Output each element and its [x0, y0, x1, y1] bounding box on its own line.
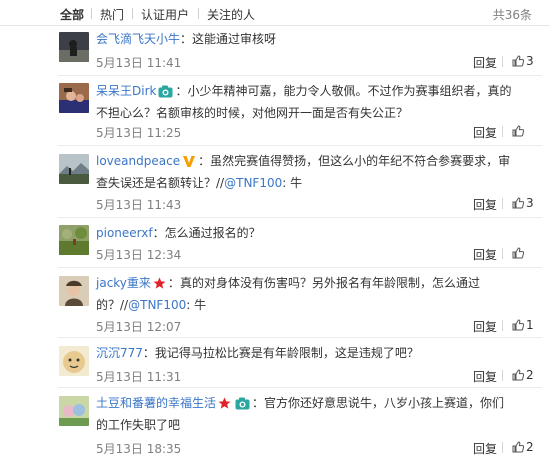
comment-text-block: 沉沉777：我记得马拉松比赛是有年龄限制，这是违规了吧？ — [96, 342, 516, 364]
comment-body: 我记得马拉松比赛是有年龄限制，这是违规了吧？ — [154, 346, 419, 360]
username-link[interactable]: 沉沉777 — [96, 346, 143, 360]
reply-button[interactable]: 回复 — [473, 54, 497, 71]
comment-item: 沉沉777：我记得马拉松比赛是有年龄限制，这是违规了吧？ 5月13日 11:31… — [0, 338, 550, 388]
avatar[interactable] — [59, 346, 89, 376]
like-button[interactable]: 2 — [512, 368, 534, 382]
action-divider — [502, 198, 503, 209]
repost-marker: // — [216, 176, 225, 190]
like-count: 3 — [526, 196, 534, 210]
tab-following[interactable]: 关注的人 — [207, 6, 255, 23]
like-count: 1 — [526, 318, 534, 332]
action-divider — [502, 320, 503, 331]
avatar[interactable] — [59, 154, 89, 184]
camera-badge-icon[interactable] — [235, 397, 250, 410]
thumbs-up-icon — [512, 319, 524, 331]
separator: ： — [252, 396, 265, 410]
username-link[interactable]: 土豆和番薯的幸福生活 — [96, 396, 216, 410]
action-divider — [502, 56, 503, 67]
tab-divider — [91, 8, 92, 19]
comment-item: 会飞滴飞天小牛：这能通过审核呀 5月13日 11:41 回复 3 — [0, 26, 550, 76]
like-count: 2 — [526, 368, 534, 382]
action-divider — [502, 442, 503, 453]
separator: ： — [152, 226, 165, 240]
thumbs-up-icon — [512, 247, 524, 259]
thumbs-up-icon — [512, 55, 524, 67]
comment-time[interactable]: 5月13日 18:35 — [96, 440, 181, 457]
comment-body: 怎么通过报名的？ — [164, 226, 261, 240]
repost-body: : 牛 — [186, 298, 207, 312]
reply-button[interactable]: 回复 — [473, 196, 497, 213]
tab-divider — [198, 8, 199, 19]
verified-v-icon[interactable] — [182, 155, 196, 168]
tab-all[interactable]: 全部 — [60, 6, 84, 23]
separator: ： — [167, 276, 180, 290]
avatar[interactable] — [59, 225, 89, 255]
comment-text-block: 土豆和番薯的幸福生活 ：官方你还好意思说牛，八岁小孩上赛道，你们的工作失职了吧 — [96, 392, 516, 436]
thumbs-up-icon — [512, 125, 524, 137]
camera-badge-icon[interactable] — [158, 85, 173, 98]
reply-button[interactable]: 回复 — [473, 124, 497, 141]
avatar[interactable] — [59, 276, 89, 306]
like-button[interactable] — [512, 124, 526, 138]
action-divider — [502, 370, 503, 381]
comment-text-block: 会飞滴飞天小牛：这能通过审核呀 — [96, 28, 516, 50]
tab-hot[interactable]: 热门 — [100, 6, 124, 23]
separator: ： — [175, 84, 188, 98]
comment-time[interactable]: 5月13日 12:07 — [96, 318, 181, 335]
comment-item: jacky重来 ：真的对身体没有伤害吗？另外报名有年龄限制，怎么通过的？//@TN… — [0, 268, 550, 338]
reply-button[interactable]: 回复 — [473, 440, 497, 457]
username-link[interactable]: 呆呆王Dirk — [96, 84, 156, 98]
comment-text-block: 呆呆王Dirk ：小少年精神可嘉，能力令人敬佩。不过作为赛事组织者，真的不担心么？… — [96, 80, 516, 124]
reply-button[interactable]: 回复 — [473, 368, 497, 385]
tab-verified-users[interactable]: 认证用户 — [141, 6, 189, 23]
comment-body: 这能通过审核呀 — [192, 32, 277, 46]
mention-link[interactable]: @TNF100 — [224, 176, 282, 190]
username-link[interactable]: loveandpeace — [96, 154, 180, 168]
like-button[interactable]: 3 — [512, 54, 534, 68]
comment-time[interactable]: 5月13日 11:31 — [96, 368, 181, 385]
separator: ： — [142, 346, 155, 360]
username-link[interactable]: 会飞滴飞天小牛 — [96, 32, 180, 46]
tab-divider — [132, 8, 133, 19]
action-divider — [502, 126, 503, 137]
thumbs-up-icon — [512, 441, 524, 453]
repost-marker: // — [120, 298, 129, 312]
separator: ： — [198, 154, 211, 168]
mention-link[interactable]: @TNF100 — [128, 298, 186, 312]
comment-text-block: loveandpeace ：虽然完赛值得赞扬，但这么小的年纪不符合参赛要求，审查失… — [96, 150, 516, 194]
like-count: 3 — [526, 54, 534, 68]
separator: ： — [180, 32, 193, 46]
thumbs-up-icon — [512, 369, 524, 381]
comment-time[interactable]: 5月13日 11:25 — [96, 124, 181, 141]
thumbs-up-icon — [512, 197, 524, 209]
username-link[interactable]: pioneerxf — [96, 226, 153, 240]
comment-text-block: jacky重来 ：真的对身体没有伤害吗？另外报名有年龄限制，怎么通过的？//@TN… — [96, 272, 516, 316]
reply-button[interactable]: 回复 — [473, 246, 497, 263]
star-badge-icon[interactable] — [218, 397, 231, 410]
comment-text-block: pioneerxf：怎么通过报名的？ — [96, 222, 516, 244]
like-count: 2 — [526, 440, 534, 454]
avatar[interactable] — [59, 83, 89, 113]
repost-body: : 牛 — [282, 176, 303, 190]
comment-item: pioneerxf：怎么通过报名的？ 5月13日 12:34 回复 — [0, 218, 550, 268]
comment-item: loveandpeace ：虽然完赛值得赞扬，但这么小的年纪不符合参赛要求，审查失… — [0, 146, 550, 218]
like-button[interactable]: 3 — [512, 196, 534, 210]
reply-button[interactable]: 回复 — [473, 318, 497, 335]
comment-filter-tabs: 全部 热门 认证用户 关注的人 共36条 — [0, 0, 550, 26]
comment-item: 土豆和番薯的幸福生活 ：官方你还好意思说牛，八岁小孩上赛道，你们的工作失职了吧 5… — [0, 388, 550, 467]
like-button[interactable] — [512, 246, 526, 260]
like-button[interactable]: 2 — [512, 440, 534, 454]
comment-time[interactable]: 5月13日 11:43 — [96, 196, 181, 213]
comment-time[interactable]: 5月13日 12:34 — [96, 246, 181, 263]
comment-item: 呆呆王Dirk ：小少年精神可嘉，能力令人敬佩。不过作为赛事组织者，真的不担心么？… — [0, 76, 550, 146]
comment-count: 共36条 — [492, 8, 532, 22]
comment-time[interactable]: 5月13日 11:41 — [96, 54, 181, 71]
username-link[interactable]: jacky重来 — [96, 276, 151, 290]
avatar[interactable] — [59, 32, 89, 62]
like-button[interactable]: 1 — [512, 318, 534, 332]
action-divider — [502, 248, 503, 259]
avatar[interactable] — [59, 396, 89, 426]
star-badge-icon[interactable] — [153, 277, 166, 290]
